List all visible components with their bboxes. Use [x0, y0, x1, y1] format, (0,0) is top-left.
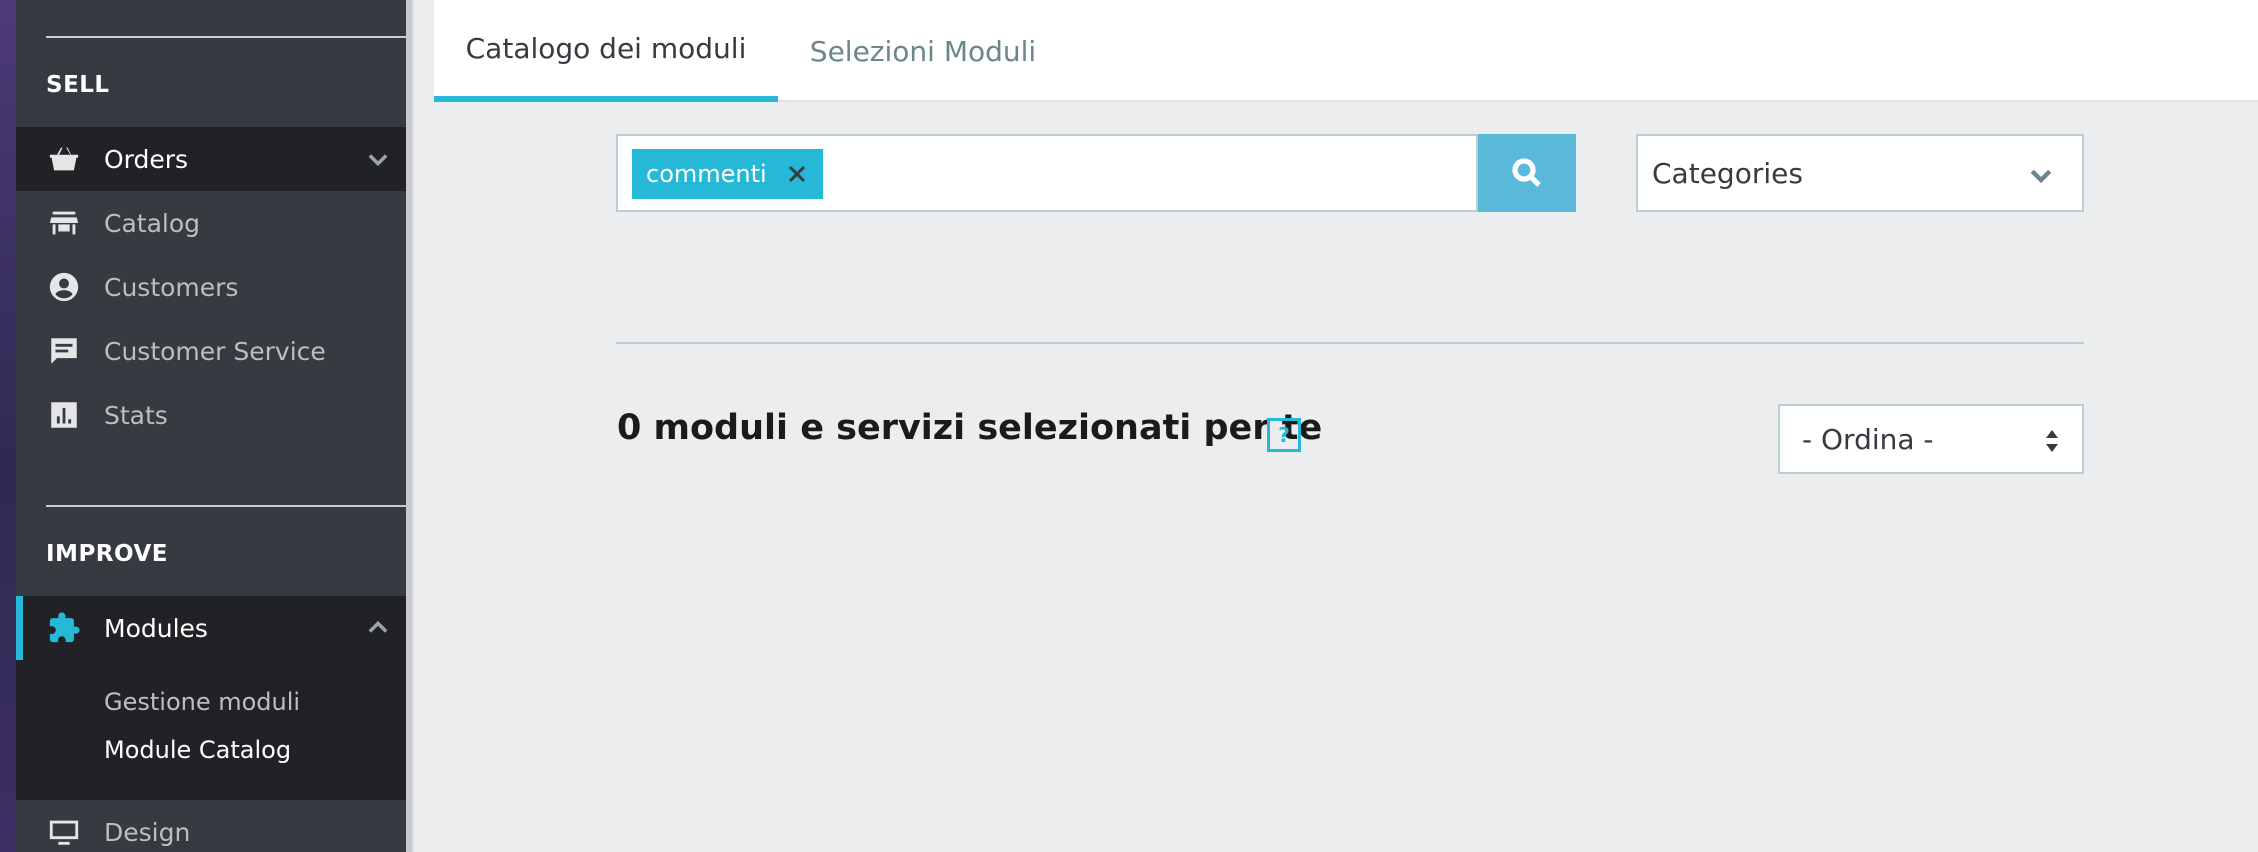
- submenu-item-gestione-moduli[interactable]: Gestione moduli: [104, 688, 300, 716]
- search-tag-label: commenti: [646, 160, 767, 188]
- sidebar-item-modules[interactable]: Modules: [16, 596, 406, 660]
- desktop-wallpaper-strip: [0, 0, 16, 852]
- sidebar-item-label: Modules: [104, 613, 208, 643]
- submenu-item-module-catalog[interactable]: Module Catalog: [104, 736, 291, 764]
- basket-icon: [44, 139, 84, 179]
- tab-bar: Catalogo dei moduli Selezioni Moduli: [434, 0, 2258, 102]
- chevron-up-icon[interactable]: [364, 614, 392, 642]
- sidebar-item-customers[interactable]: Customers: [16, 255, 406, 319]
- search-icon: [1512, 158, 1541, 187]
- sidebar: SELL Orders Catalog Customers Customer S…: [16, 0, 406, 852]
- section-divider: [616, 342, 2084, 344]
- chat-icon: [44, 331, 84, 371]
- chevron-down-icon: [2026, 160, 2056, 190]
- sidebar-item-stats[interactable]: Stats: [16, 383, 406, 447]
- active-indicator: [16, 596, 23, 660]
- content-gutter: [412, 0, 432, 852]
- sidebar-divider: [46, 36, 406, 38]
- sidebar-divider: [46, 505, 406, 507]
- section-title-improve: IMPROVE: [46, 541, 168, 567]
- store-icon: [44, 203, 84, 243]
- sidebar-item-design[interactable]: Design: [16, 800, 406, 852]
- sidebar-item-label: Customer Service: [104, 336, 326, 366]
- sidebar-item-label: Stats: [104, 400, 168, 430]
- results-title: 0 moduli e servizi selezionati per te: [617, 408, 1323, 448]
- sidebar-item-label: Design: [104, 817, 191, 847]
- chevron-down-icon[interactable]: [364, 145, 392, 173]
- sidebar-item-catalog[interactable]: Catalog: [16, 191, 406, 255]
- search-tag: commenti: [632, 149, 823, 199]
- categories-dropdown[interactable]: Categories: [1636, 134, 2084, 212]
- sidebar-item-label: Orders: [104, 144, 189, 174]
- sort-arrows-icon: [2044, 428, 2060, 454]
- help-icon[interactable]: ?: [1267, 418, 1301, 452]
- user-circle-icon: [44, 267, 84, 307]
- module-search-input[interactable]: commenti: [616, 134, 1478, 212]
- sidebar-item-orders[interactable]: Orders: [16, 127, 406, 191]
- monitor-icon: [44, 812, 84, 852]
- search-button[interactable]: [1478, 134, 1576, 212]
- categories-selected: Categories: [1652, 156, 1803, 190]
- puzzle-icon: [44, 608, 84, 648]
- modules-submenu: Gestione moduli Module Catalog: [16, 660, 406, 800]
- sidebar-item-label: Customers: [104, 272, 239, 302]
- sidebar-item-label: Catalog: [104, 208, 201, 238]
- sort-select[interactable]: - Ordina -: [1778, 404, 2084, 474]
- tab-selezioni-moduli[interactable]: Selezioni Moduli: [778, 0, 1068, 102]
- sidebar-item-customer-service[interactable]: Customer Service: [16, 319, 406, 383]
- section-title-sell: SELL: [46, 72, 110, 98]
- bar-chart-icon: [44, 395, 84, 435]
- tab-catalogo-dei-moduli[interactable]: Catalogo dei moduli: [434, 0, 778, 102]
- sort-selected: - Ordina -: [1802, 422, 1934, 456]
- close-icon[interactable]: [785, 162, 809, 186]
